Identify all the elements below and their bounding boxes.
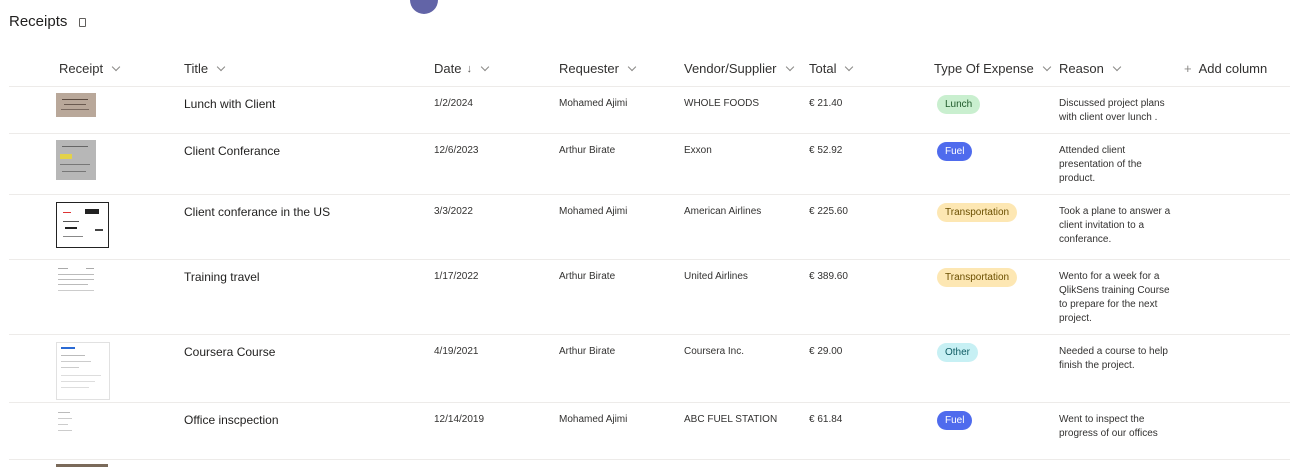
title-cell[interactable]: Lunch with Client [184,97,275,111]
table-row[interactable]: Coursera Course 4/19/2021 Arthur Birate … [9,335,1290,403]
requester-cell: Mohamed Ajimi [559,98,628,109]
column-header-requester[interactable]: Requester [559,61,637,76]
date-cell: 4/19/2021 [434,346,479,357]
vendor-cell: ABC FUEL STATION [684,414,778,425]
list-header: Receipts [9,13,87,30]
total-cell: € 389.60 [809,271,848,282]
chevron-down-icon [216,62,226,71]
receipt-thumbnail[interactable] [56,202,109,248]
column-label: Receipt [59,61,104,76]
date-cell: 12/6/2023 [434,145,479,156]
date-cell: 3/3/2022 [434,206,473,217]
column-header-receipt[interactable]: Receipt [59,61,121,76]
chevron-down-icon [480,62,490,71]
page-title: Receipts [9,13,68,30]
vendor-cell: Coursera Inc. [684,346,745,357]
chevron-down-icon [785,62,794,71]
reason-cell: Took a plane to answer a client invitati… [1059,206,1171,245]
column-header-title[interactable]: Title [184,61,226,76]
vendor-cell: Exxon [684,145,712,156]
column-header-row: Receipt Title Date ↓ Requester Vendor/Sup… [9,52,1290,87]
date-cell: 12/14/2019 [434,414,485,425]
chevron-down-icon [627,62,637,71]
reason-cell: Discussed project plans with client over… [1059,98,1165,123]
total-cell: € 225.60 [809,206,848,217]
table-row[interactable]: Client conferance in the US 3/3/2022 Moh… [9,195,1290,260]
table-row[interactable]: Office inscpection 12/14/2019 Mohamed Aj… [9,403,1290,460]
total-cell: € 21.40 [809,98,843,109]
total-cell: € 52.92 [809,145,843,156]
column-header-total[interactable]: Total [809,61,854,76]
sort-descending-icon: ↓ [466,62,472,75]
chevron-down-icon [845,62,854,71]
user-avatar[interactable] [410,0,438,14]
requester-cell: Mohamed Ajimi [559,414,628,425]
requester-cell: Arthur Birate [559,145,616,156]
column-label: Reason [1059,61,1104,76]
reason-cell: Needed a course to help finish the proje… [1059,346,1168,371]
date-cell: 1/17/2022 [434,271,479,282]
receipt-thumbnail[interactable] [56,342,110,400]
requester-cell: Mohamed Ajimi [559,206,628,217]
reason-cell: Wento for a week for a QlikSens training… [1059,271,1170,324]
chevron-down-icon [1112,62,1122,71]
table-row[interactable]: Training travel 1/17/2022 Arthur Birate … [9,260,1290,335]
bookmark-icon[interactable] [79,17,87,27]
column-label: Vendor/Supplier [684,61,777,76]
title-cell[interactable]: Client Conferance [184,144,280,158]
chevron-down-icon [111,62,121,71]
total-cell: € 29.00 [809,346,843,357]
chevron-down-icon [1042,62,1051,71]
title-cell[interactable]: Training travel [184,270,260,284]
requester-cell: Arthur Birate [559,271,616,282]
reason-cell: Went to inspect the progress of our offi… [1059,414,1158,439]
vendor-cell: WHOLE FOODS [684,98,760,109]
date-cell: 1/2/2024 [434,98,473,109]
expense-type-badge: Transportation [937,268,1018,287]
expense-type-badge: Transportation [937,203,1018,222]
column-header-reason[interactable]: Reason [1059,61,1122,76]
receipt-thumbnail[interactable] [56,93,96,117]
expense-type-badge: Lunch [937,95,981,114]
table-row[interactable]: Lunch with Client 1/2/2024 Mohamed Ajimi… [9,87,1290,134]
column-label: Type Of Expense [934,61,1034,76]
title-cell[interactable]: Coursera Course [184,345,275,359]
column-label: Title [184,61,209,76]
vendor-cell: United Airlines [684,271,748,282]
column-header-type[interactable]: Type Of Expense [934,61,1051,76]
add-column-label: Add column [1198,61,1268,76]
receipt-thumbnail[interactable] [56,266,96,296]
expense-type-badge: Fuel [937,142,973,161]
receipt-thumbnail[interactable] [56,409,76,439]
title-cell[interactable]: Office inscpection [184,413,279,427]
column-label: Total [809,61,837,76]
vendor-cell: American Airlines [684,206,762,217]
reason-cell: Attended client presentation of the prod… [1059,145,1142,184]
column-label: Date [434,61,462,76]
total-cell: € 61.84 [809,414,843,425]
receipt-thumbnail[interactable] [56,140,96,180]
plus-icon: + [1184,61,1192,76]
expense-type-badge: Fuel [937,411,973,430]
column-label: Requester [559,61,619,76]
add-column-button[interactable]: + Add column [1184,61,1267,76]
title-cell[interactable]: Client conferance in the US [184,205,330,219]
column-header-date[interactable]: Date ↓ [434,61,490,76]
expense-type-badge: Other [937,343,979,362]
requester-cell: Arthur Birate [559,346,616,357]
table-row[interactable]: Client Conferance 12/6/2023 Arthur Birat… [9,134,1290,195]
column-header-vendor[interactable]: Vendor/Supplier [684,61,794,76]
